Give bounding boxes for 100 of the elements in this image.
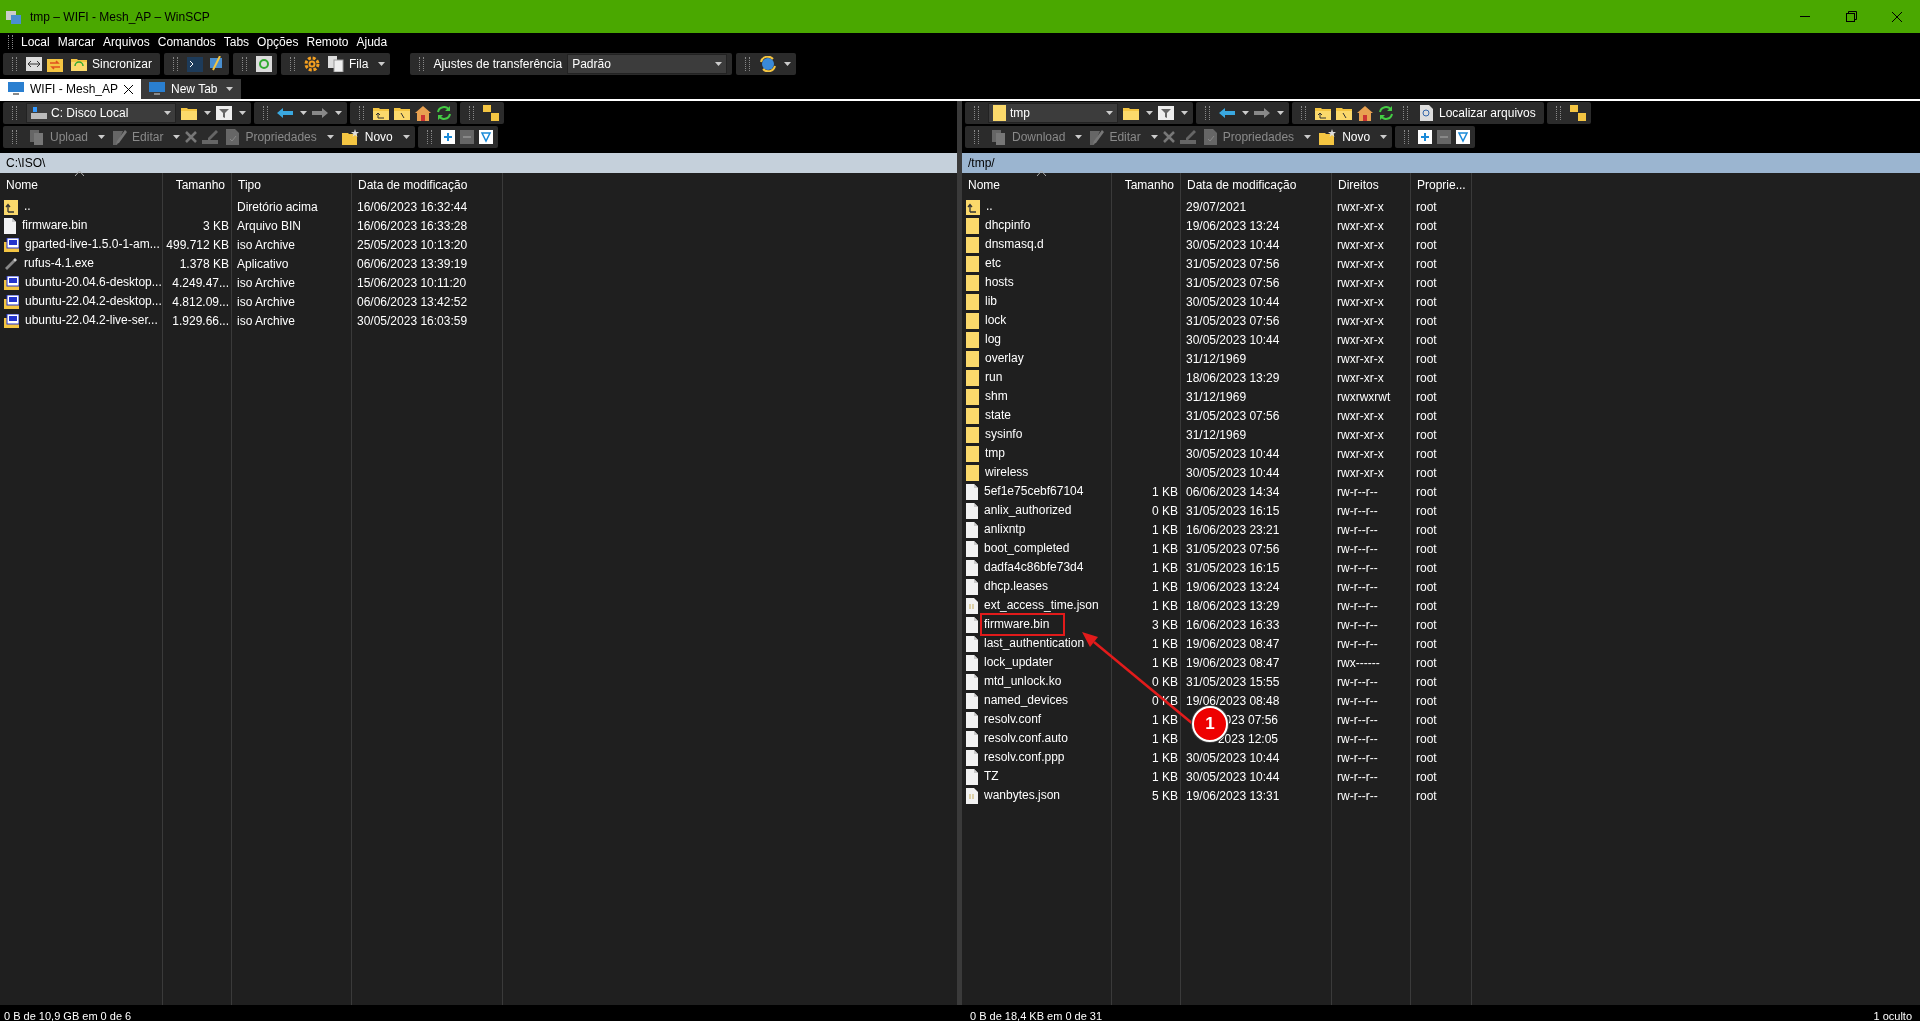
open-folder-icon[interactable] — [181, 106, 197, 120]
column-header[interactable]: Tamanho — [1112, 173, 1181, 197]
plus-icon[interactable] — [1418, 130, 1433, 144]
compare-icon[interactable] — [26, 57, 42, 71]
menu-item[interactable]: Marcar — [53, 35, 100, 49]
column-header[interactable]: Tamanho — [163, 173, 232, 197]
file-name[interactable]: state — [983, 408, 1013, 423]
dropdown-caret-icon[interactable] — [204, 111, 211, 115]
filter-icon[interactable] — [478, 130, 493, 144]
close-icon[interactable] — [124, 84, 133, 94]
file-name[interactable]: ext_access_time.json — [982, 598, 1101, 613]
back-arrow-icon[interactable] — [1219, 108, 1235, 118]
home-icon[interactable] — [415, 105, 431, 121]
file-name[interactable]: resolv.conf — [982, 712, 1044, 727]
menu-item[interactable]: Tabs — [219, 35, 254, 49]
dropdown-caret-icon[interactable] — [1277, 111, 1284, 115]
sync-globe-icon[interactable] — [759, 56, 778, 72]
dropdown-caret-icon[interactable] — [326, 135, 334, 139]
file-name[interactable]: 5ef1e75cebf67104 — [982, 484, 1086, 499]
parent-folder-icon[interactable] — [373, 106, 389, 120]
file-name[interactable]: tmp — [983, 446, 1007, 461]
rename-icon[interactable] — [1179, 130, 1196, 144]
file-name[interactable]: run — [983, 370, 1005, 385]
parent-folder-icon[interactable] — [1315, 106, 1331, 120]
menu-item[interactable]: Ajuda — [352, 35, 392, 49]
file-name[interactable]: resolv.conf.auto — [982, 731, 1070, 746]
sync-folders-icon[interactable] — [47, 56, 63, 72]
column-header[interactable]: Direitos — [1332, 173, 1411, 197]
dropdown-caret-icon[interactable] — [1242, 111, 1249, 115]
file-name[interactable]: dnsmasq.d — [983, 237, 1046, 252]
remote-desktop-icon[interactable] — [208, 56, 225, 72]
dropdown-caret-icon[interactable] — [1106, 111, 1113, 115]
file-name[interactable]: dhcp.leases — [982, 579, 1051, 594]
column-header[interactable]: Nome — [962, 173, 1112, 197]
minus-icon[interactable] — [1437, 130, 1452, 144]
folders-tree-icon[interactable] — [1569, 105, 1586, 121]
file-name[interactable]: sysinfo — [983, 427, 1025, 442]
file-name[interactable]: boot_completed — [982, 541, 1072, 556]
column-header[interactable]: Data de modificação — [352, 173, 503, 197]
file-name[interactable]: firmware.bin — [982, 615, 1064, 634]
column-header[interactable]: Data de modificação — [1181, 173, 1332, 197]
dropdown-caret-icon[interactable] — [225, 87, 233, 91]
root-folder-icon[interactable] — [394, 106, 410, 120]
delete-icon[interactable] — [185, 131, 198, 143]
menu-item[interactable]: Remoto — [302, 35, 353, 49]
file-name[interactable]: rufus-4.1.exe — [22, 256, 97, 271]
dropdown-caret-icon[interactable] — [1146, 111, 1153, 115]
dropdown-caret-icon[interactable] — [1181, 111, 1188, 115]
refresh-icon[interactable] — [1378, 105, 1394, 121]
dropdown-caret-icon[interactable] — [378, 62, 386, 66]
dropdown-caret-icon[interactable] — [164, 111, 171, 115]
file-name[interactable]: resolv.conf.ppp — [982, 750, 1067, 765]
dropdown-caret-icon[interactable] — [1304, 135, 1312, 139]
menu-item[interactable]: Opções — [253, 35, 303, 49]
file-name[interactable]: .. — [984, 199, 995, 214]
location-dropdown[interactable]: tmp — [988, 103, 1118, 123]
column-header[interactable]: Nome — [0, 173, 163, 197]
file-name[interactable]: overlay — [983, 351, 1026, 366]
toolbar-button[interactable]: Novo — [1316, 129, 1374, 145]
forward-arrow-icon[interactable] — [312, 108, 328, 118]
dropdown-caret-icon[interactable] — [784, 62, 792, 66]
dropdown-caret-icon[interactable] — [715, 62, 723, 66]
folder-sync-icon[interactable] — [71, 57, 87, 71]
plus-icon[interactable] — [440, 130, 455, 144]
toolbar-button[interactable]: Novo — [338, 129, 396, 145]
file-name[interactable]: ubuntu-22.04.2-live-ser... — [23, 313, 160, 328]
session-tab[interactable]: WIFI - Mesh_AP — [0, 79, 141, 99]
file-name[interactable]: anlix_authorized — [982, 503, 1074, 518]
file-name[interactable]: etc — [983, 256, 1003, 271]
file-name[interactable]: firmware.bin — [20, 218, 90, 233]
home-icon[interactable] — [1357, 105, 1373, 121]
column-header[interactable]: Tipo — [232, 173, 352, 197]
file-name[interactable]: gparted-live-1.5.0-1-am... — [23, 237, 162, 252]
refresh-icon[interactable] — [436, 105, 452, 121]
file-name[interactable]: ubuntu-22.04.2-desktop... — [23, 294, 164, 309]
dropdown-caret-icon[interactable] — [1150, 135, 1158, 139]
file-name[interactable]: dadfa4c86bfe73d4 — [982, 560, 1086, 575]
transfer-settings-dropdown[interactable]: Padrão — [567, 54, 728, 74]
file-name[interactable]: lib — [983, 294, 999, 309]
file-name[interactable]: last_authentication — [982, 636, 1087, 651]
file-name[interactable]: log — [983, 332, 1003, 347]
dropdown-caret-icon[interactable] — [1380, 135, 1388, 139]
session-tab[interactable]: New Tab — [141, 79, 241, 99]
file-name[interactable]: wanbytes.json — [982, 788, 1063, 803]
filter-icon[interactable] — [1456, 130, 1471, 144]
open-folder-icon[interactable] — [1123, 106, 1139, 120]
dropdown-caret-icon[interactable] — [300, 111, 307, 115]
menu-item[interactable]: Local — [17, 35, 54, 49]
file-name[interactable]: hosts — [983, 275, 1016, 290]
file-name[interactable]: dhcpinfo — [983, 218, 1033, 233]
folders-tree-icon[interactable] — [483, 105, 499, 121]
file-name[interactable]: lock — [983, 313, 1009, 328]
sync-browse-icon[interactable] — [256, 56, 273, 72]
file-name[interactable]: lock_updater — [982, 655, 1055, 670]
dropdown-caret-icon[interactable] — [335, 111, 342, 115]
dropdown-caret-icon[interactable] — [239, 111, 246, 115]
minus-icon[interactable] — [459, 130, 474, 144]
forward-arrow-icon[interactable] — [1254, 108, 1270, 118]
file-name[interactable]: mtd_unlock.ko — [982, 674, 1064, 689]
menu-item[interactable]: Arquivos — [99, 35, 154, 49]
